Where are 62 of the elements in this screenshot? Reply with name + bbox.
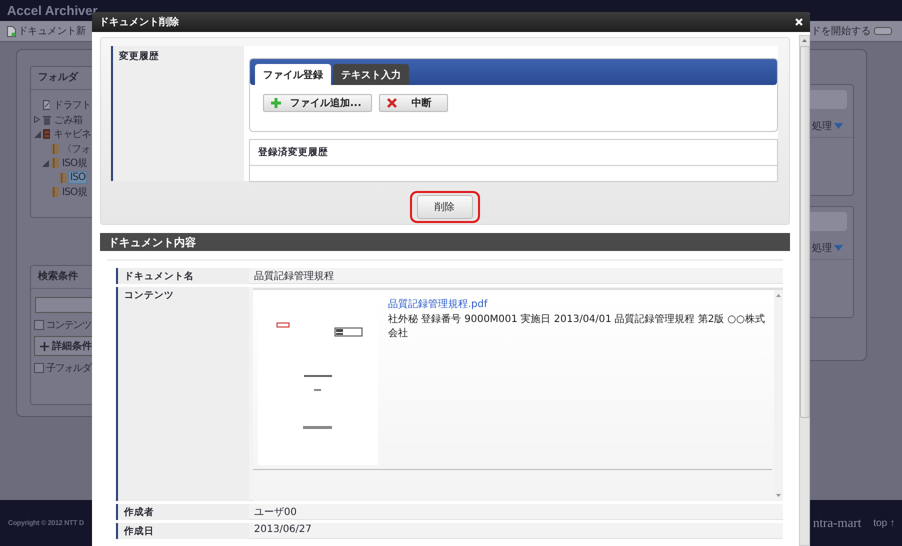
collapsed-triangle-icon[interactable] <box>34 116 40 124</box>
dialog-title: ドキュメント削除 <box>99 16 179 29</box>
scrollbar[interactable] <box>799 35 810 546</box>
field-value: ユーザ00 <box>249 504 783 520</box>
tab[interactable]: テキスト入力 <box>333 64 409 85</box>
section-title: ドキュメント内容 <box>108 234 196 250</box>
checkbox-label: 子フォルダ <box>46 362 91 375</box>
close-icon[interactable] <box>795 18 803 26</box>
field-label: 作成日 <box>116 523 249 539</box>
caret-icon <box>834 245 843 251</box>
field-label: 作成者 <box>116 504 249 520</box>
expanded-triangle-icon[interactable] <box>34 130 41 138</box>
plus-icon <box>40 342 49 350</box>
field-label: ドキュメント名 <box>116 268 249 284</box>
tree-item[interactable]: ISO規 <box>61 156 88 170</box>
delete-button[interactable]: 削除 <box>416 195 472 219</box>
binder-icon <box>51 144 59 154</box>
binder-icon <box>59 172 67 183</box>
toggle-switch[interactable] <box>874 27 892 35</box>
section-header-bar <box>810 212 847 231</box>
expanded-triangle-icon[interactable] <box>42 160 49 167</box>
binder-icon <box>51 158 59 168</box>
scroll-down-icon[interactable] <box>776 494 781 497</box>
field-value: 2013/06/27 <box>249 523 783 539</box>
binder-icon <box>51 187 59 198</box>
checkbox[interactable] <box>34 363 44 373</box>
brand-text: ntra-mart <box>812 515 862 531</box>
actions-menu[interactable]: 処理 <box>810 241 853 255</box>
document-icon <box>7 26 16 36</box>
checkbox-label: コンテンツ <box>46 319 91 332</box>
tree-item[interactable]: 〈フォ <box>61 142 92 156</box>
search-field[interactable] <box>35 297 92 313</box>
plus-icon <box>271 98 281 108</box>
field-label: コンテンツ <box>116 287 249 501</box>
top-link[interactable]: top ↑ <box>873 518 895 528</box>
checkbox[interactable] <box>34 320 44 330</box>
cabinet-icon <box>42 129 50 140</box>
detail-conditions-button[interactable]: 詳細条件 <box>34 336 92 356</box>
table-header: 登録済変更履歴 <box>250 140 777 166</box>
toolbar-text: ドを開始する <box>811 25 871 38</box>
cross-icon <box>387 98 398 108</box>
section-header-bar <box>810 90 847 109</box>
tab[interactable]: ファイル登録 <box>255 64 331 85</box>
file-link[interactable]: 品質記録管理規程.pdf <box>388 297 772 311</box>
action-button[interactable]: 中断 <box>379 94 448 112</box>
scroll-up-icon[interactable] <box>776 294 781 297</box>
file-description: 社外秘 登録番号 9000M001 実施日 2013/04/01 品質記録管理規程 第2版 ○○株式会社 <box>388 312 766 340</box>
app-title: Accel Archiver <box>7 3 98 18</box>
caret-icon <box>834 123 843 129</box>
tree-item[interactable]: ISO <box>69 172 86 184</box>
tree-item[interactable]: ISO規 <box>61 185 88 200</box>
tree-item[interactable]: キャビネ <box>52 127 92 142</box>
new-document-button[interactable]: ドキュメント新 <box>0 24 86 38</box>
actions-menu[interactable]: 処理 <box>810 119 853 133</box>
field-value: 品質記録管理規程 <box>249 268 783 284</box>
tree-item[interactable]: ドラフト <box>52 98 92 112</box>
tree-item[interactable]: ごみ箱 <box>53 112 84 127</box>
trash-icon <box>43 114 51 125</box>
action-button[interactable]: ファイル追加... <box>263 94 372 112</box>
draft-icon <box>42 100 50 110</box>
field-label: 変更履歴 <box>111 46 244 181</box>
scroll-up-icon[interactable] <box>802 39 807 42</box>
